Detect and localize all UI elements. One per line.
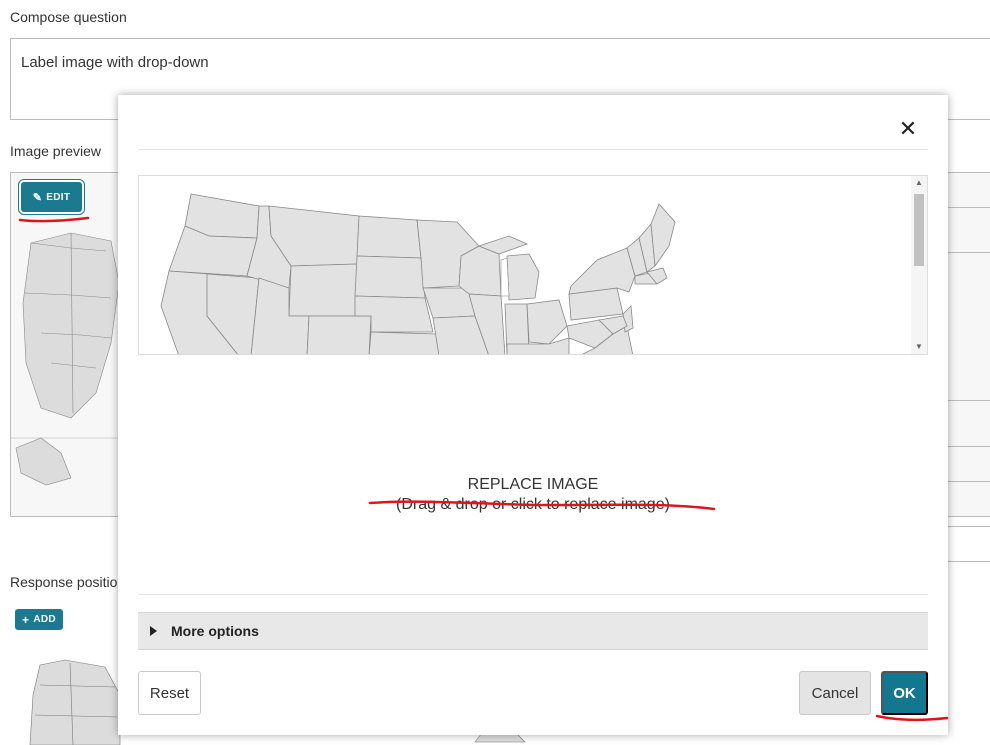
response-map-image — [29, 659, 121, 745]
replace-image-dialog: ✕ ▲ ▼ REPLACE IMAGE (Drag & drop or clic… — [118, 95, 949, 735]
add-button-label: ADD — [33, 614, 56, 625]
scroll-up-icon[interactable]: ▲ — [911, 176, 927, 190]
divider-line — [948, 526, 990, 527]
preview-map-image — [11, 232, 121, 486]
response-positions-label: Response positio — [10, 574, 118, 590]
annotation-underline-ok — [875, 714, 949, 721]
more-options-label: More options — [171, 623, 259, 639]
compose-question-text: Label image with drop-down — [21, 54, 209, 71]
add-response-button[interactable]: + ADD — [15, 609, 63, 630]
replace-image-title: REPLACE IMAGE — [467, 476, 599, 493]
reset-button[interactable]: Reset — [138, 671, 201, 715]
close-icon[interactable]: ✕ — [898, 118, 918, 140]
annotation-underline-replace — [368, 500, 716, 511]
divider-line — [948, 172, 990, 173]
divider-line — [948, 561, 990, 562]
divider-line — [948, 400, 990, 401]
us-map-image — [160, 193, 676, 354]
cancel-button[interactable]: Cancel — [799, 671, 871, 715]
divider-line — [948, 252, 990, 253]
plus-icon: + — [22, 612, 30, 627]
divider-line — [948, 481, 990, 482]
image-preview-label: Image preview — [10, 143, 102, 159]
edit-image-button[interactable]: ✎ EDIT — [21, 182, 82, 212]
divider-line — [948, 446, 990, 447]
scrollbar-thumb[interactable] — [914, 194, 924, 266]
caret-right-icon — [150, 626, 157, 636]
image-scrollbar[interactable]: ▲ ▼ — [911, 176, 927, 354]
annotation-underline-edit — [18, 216, 90, 223]
compose-question-label: Compose question — [10, 9, 127, 25]
scroll-down-icon[interactable]: ▼ — [911, 340, 927, 354]
ok-button[interactable]: OK — [881, 671, 928, 715]
replace-image-dropzone[interactable]: REPLACE IMAGE (Drag & drop or click to r… — [138, 357, 928, 593]
dialog-header-divider — [138, 149, 928, 150]
image-preview-frame: ▲ ▼ — [138, 175, 928, 355]
more-options-toggle[interactable]: More options — [138, 612, 928, 650]
options-divider — [138, 594, 928, 595]
divider-line — [948, 207, 990, 208]
edit-button-label: EDIT — [46, 191, 71, 203]
pencil-icon: ✎ — [32, 191, 43, 204]
